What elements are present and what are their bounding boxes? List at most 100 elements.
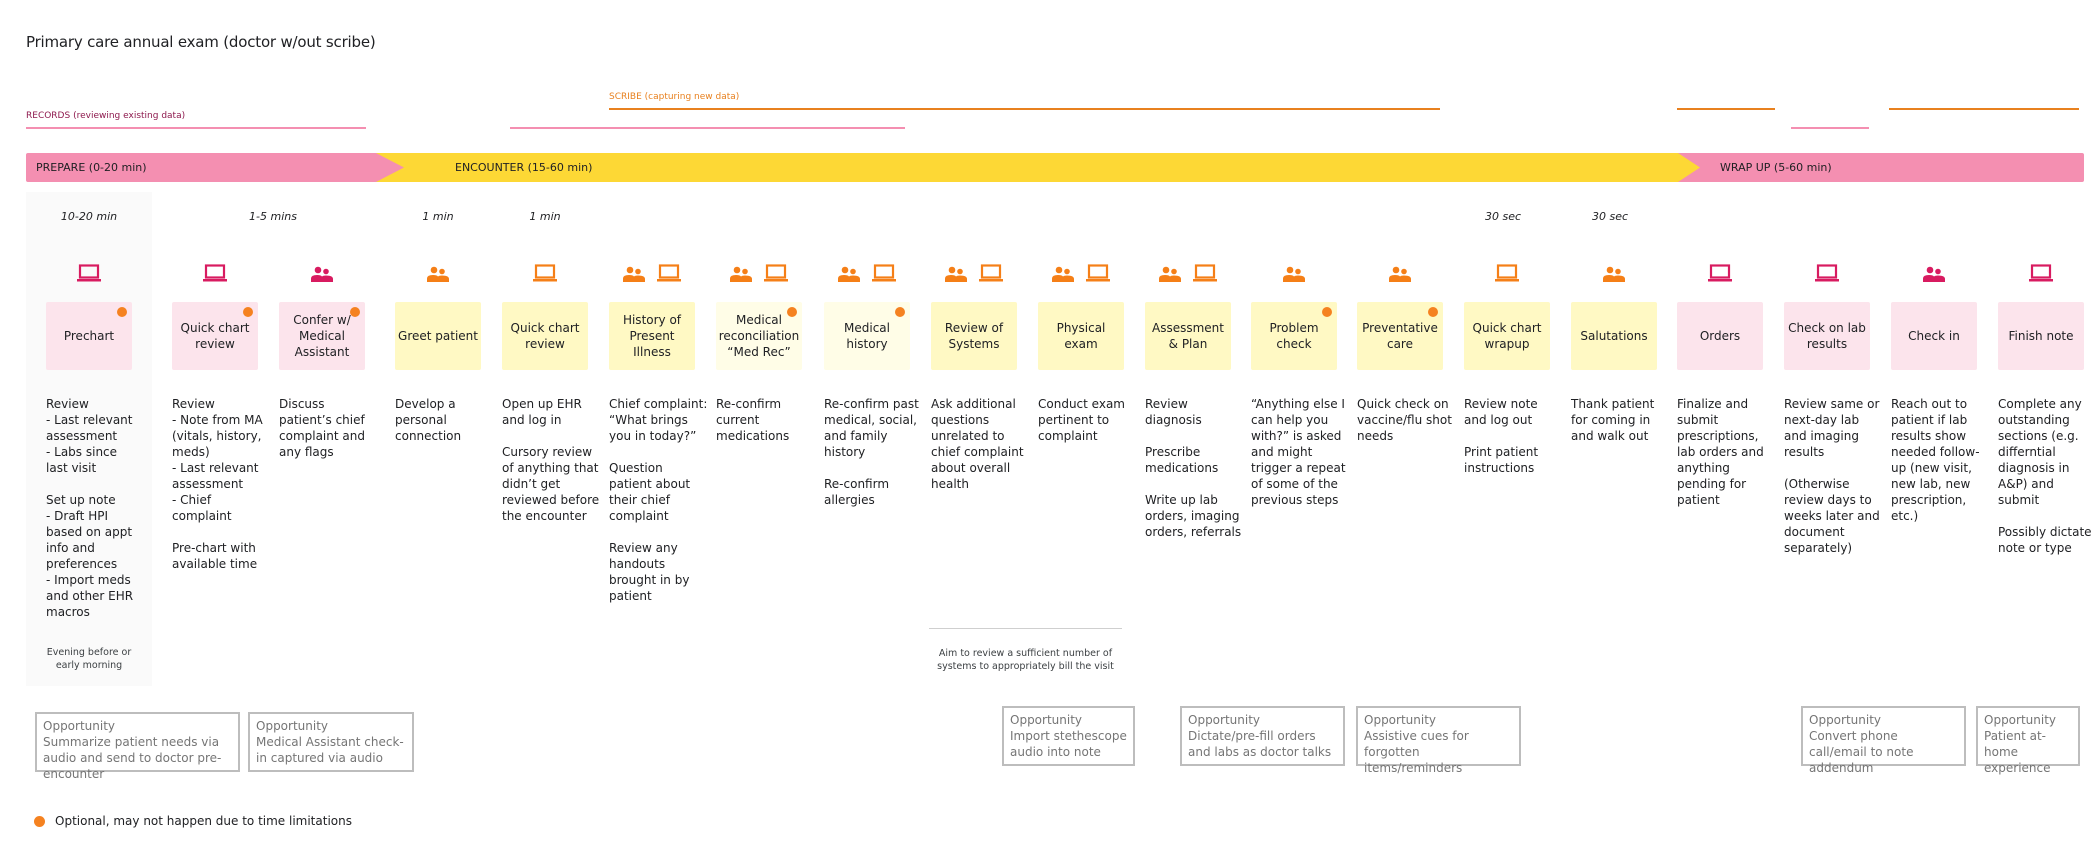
step-label: Orders xyxy=(1699,329,1741,343)
people-icon xyxy=(1052,264,1074,286)
opportunity-text: Assistive cues for forgotten items/remin… xyxy=(1364,729,1469,775)
laptop-icon xyxy=(657,264,681,286)
opportunity-card: Opportunity Dictate/pre-fill orders and … xyxy=(1180,706,1345,766)
step-label: Salutations xyxy=(1580,329,1648,343)
opportunity-text: Medical Assistant check-in captured via … xyxy=(256,735,404,765)
step-card: Physical exam xyxy=(1038,302,1124,370)
step-label: Confer w/ Medical Assistant xyxy=(293,313,351,359)
opportunity-text: Import stethescope audio into note xyxy=(1010,729,1127,759)
step-description: Conduct exam pertinent to complaint xyxy=(1038,397,1125,443)
step-description: Develop a personal connection xyxy=(395,397,462,443)
step-icons xyxy=(279,264,365,286)
laptop-icon xyxy=(1086,264,1110,286)
opportunity-text: Patient at-home experience xyxy=(1984,729,2051,775)
people-icon xyxy=(1159,264,1181,286)
laptop-icon xyxy=(764,264,788,286)
step-label: Check in xyxy=(1908,329,1960,343)
step-icons xyxy=(395,264,481,286)
encounter-phase-label: ENCOUNTER (15-60 min) xyxy=(455,161,593,174)
step-label: Greet patient xyxy=(398,329,478,343)
page-title: Primary care annual exam (doctor w/out s… xyxy=(26,33,376,51)
step-icons xyxy=(502,264,588,286)
people-icon xyxy=(427,264,449,286)
people-icon xyxy=(1603,264,1625,286)
step-icons xyxy=(1251,264,1337,286)
step-icons xyxy=(931,264,1017,286)
opportunity-card: Opportunity Convert phone call/email to … xyxy=(1801,706,1966,775)
duration-label: 10-20 min xyxy=(60,210,118,223)
step-card: Medical reconciliation “Med Rec” xyxy=(716,302,802,370)
step-card: Finish note xyxy=(1998,302,2084,370)
scribe-lane-line xyxy=(609,108,1440,110)
opportunity-title: Opportunity xyxy=(1809,713,1882,727)
optional-dot-icon xyxy=(895,307,905,317)
step-description: Chief complaint: “What brings you in tod… xyxy=(609,397,708,603)
people-icon xyxy=(945,264,967,286)
step-icons xyxy=(46,264,132,286)
step-card: Problem check xyxy=(1251,302,1337,370)
legend: Optional, may not happen due to time lim… xyxy=(34,814,352,828)
ros-note-divider xyxy=(929,628,1122,629)
step-description: “Anything else I can help you with?” is … xyxy=(1251,397,1346,507)
step-label: Problem check xyxy=(1269,321,1319,351)
step-label: Quick chart review xyxy=(180,321,250,351)
step-icons xyxy=(1038,264,1124,286)
step-card: Preventative care xyxy=(1357,302,1443,370)
optional-dot-icon xyxy=(350,307,360,317)
laptop-icon xyxy=(979,264,1003,286)
step-label: Medical reconciliation “Med Rec” xyxy=(718,313,800,359)
step-icons xyxy=(1998,264,2084,286)
people-icon xyxy=(1283,264,1305,286)
step-card: Check on lab results xyxy=(1784,302,1870,370)
opportunity-card: Opportunity Medical Assistant check-in c… xyxy=(248,712,414,772)
laptop-icon xyxy=(533,264,557,286)
step-description: Discuss patient’s chief complaint and an… xyxy=(279,397,365,459)
step-label: Medical history xyxy=(844,321,890,351)
people-icon xyxy=(838,264,860,286)
step-label: Prechart xyxy=(63,329,115,343)
opportunity-title: Opportunity xyxy=(256,719,329,733)
laptop-icon xyxy=(77,264,101,286)
records-lane-line xyxy=(1791,127,1869,129)
opportunity-title: Opportunity xyxy=(1188,713,1261,727)
step-card: Quick chart wrapup xyxy=(1464,302,1550,370)
opportunity-text: Dictate/pre-fill orders and labs as doct… xyxy=(1188,729,1332,759)
step-icons xyxy=(172,264,258,286)
duration-label: 1 min xyxy=(529,210,561,223)
step-description: Complete any outstanding sections (e.g. … xyxy=(1998,397,2092,555)
step-icons xyxy=(824,264,910,286)
optional-dot-icon xyxy=(1428,307,1438,317)
laptop-icon xyxy=(872,264,896,286)
laptop-icon xyxy=(1708,264,1732,286)
optional-dot-icon xyxy=(1322,307,1332,317)
opportunity-card: Opportunity Summarize patient needs via … xyxy=(35,712,240,781)
opportunity-text: Summarize patient needs via audio and se… xyxy=(43,735,222,781)
scribe-lane-label: SCRIBE (capturing new data) xyxy=(609,92,740,102)
optional-dot-icon xyxy=(243,307,253,317)
step-description: Review same or next-day lab and imaging … xyxy=(1784,397,1880,555)
opportunity-title: Opportunity xyxy=(43,719,116,733)
laptop-icon xyxy=(203,264,227,286)
wrapup-phase-label: WRAP UP (5-60 min) xyxy=(1720,161,1832,174)
ros-note: Aim to review a sufficient number of sys… xyxy=(937,648,1114,672)
step-label: Check on lab results xyxy=(1788,321,1866,351)
optional-dot-icon xyxy=(787,307,797,317)
step-icons xyxy=(1145,264,1231,286)
step-description: Reach out to patient if lab results show… xyxy=(1891,397,1980,523)
people-icon xyxy=(730,264,752,286)
step-card: Greet patient xyxy=(395,302,481,370)
people-icon xyxy=(1923,264,1945,286)
step-description: Quick check on vaccine/flu shot needs xyxy=(1357,397,1452,443)
step-card: Medical history xyxy=(824,302,910,370)
step-card: Quick chart review xyxy=(172,302,258,370)
step-card: History of Present Illness xyxy=(609,302,695,370)
laptop-icon xyxy=(2029,264,2053,286)
opportunity-title: Opportunity xyxy=(1010,713,1083,727)
duration-label: 1 min xyxy=(422,210,454,223)
step-card: Orders xyxy=(1677,302,1763,370)
optional-dot-icon xyxy=(34,815,45,827)
step-description: Re-confirm past medical, social, and fam… xyxy=(824,397,919,507)
prepare-phase-label: PREPARE (0-20 min) xyxy=(36,161,147,174)
step-description: Open up EHR and log in Cursory review of… xyxy=(502,397,600,523)
people-icon xyxy=(311,264,333,286)
